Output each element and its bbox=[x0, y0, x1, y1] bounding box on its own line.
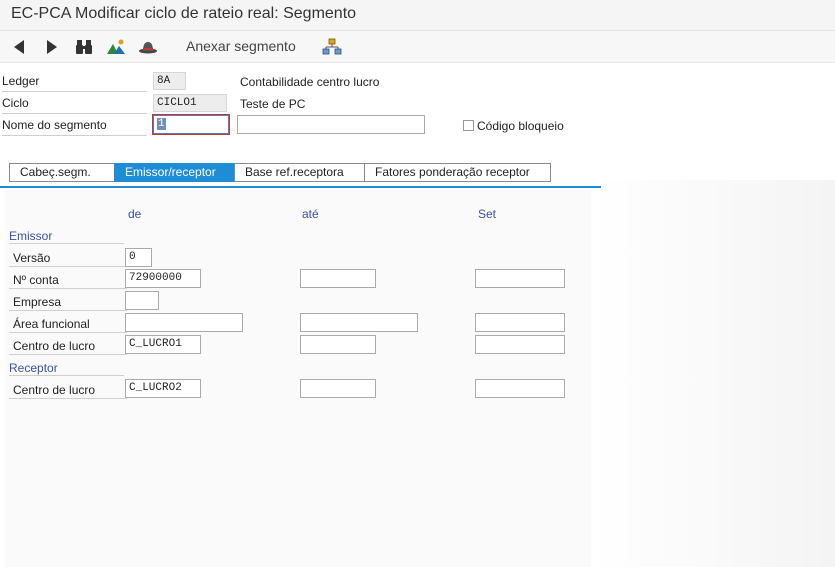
receiver-profit-center-from-input[interactable]: C_LUCRO2 bbox=[125, 379, 201, 398]
sender-profit-center-to-input[interactable] bbox=[300, 335, 376, 354]
segment-name-value: 1 bbox=[157, 118, 166, 130]
sender-section-divider bbox=[9, 243, 124, 244]
account-set-input[interactable] bbox=[475, 269, 565, 288]
company-from-input[interactable] bbox=[125, 291, 159, 310]
tab-segment-header[interactable]: Cabeç.segm. bbox=[9, 163, 115, 182]
receiver-profit-center-label: Centro de lucro bbox=[9, 383, 127, 399]
account-from-input[interactable]: 72900000 bbox=[125, 269, 201, 288]
receiver-section-title: Receptor bbox=[9, 361, 58, 375]
functional-area-set-input[interactable] bbox=[475, 313, 565, 332]
hierarchy-icon[interactable] bbox=[322, 37, 342, 57]
tab-receiver-weighting-factors[interactable]: Fatores ponderação receptor bbox=[364, 163, 551, 182]
sender-profit-center-from-input[interactable]: C_LUCRO1 bbox=[125, 335, 201, 354]
account-label: Nº conta bbox=[9, 273, 127, 289]
tab-sender-receiver[interactable]: Emissor/receptor bbox=[114, 163, 235, 182]
binoculars-icon[interactable] bbox=[74, 37, 94, 57]
forward-icon[interactable] bbox=[42, 37, 62, 57]
attach-segment-button[interactable]: Anexar segmento bbox=[186, 38, 296, 54]
cycle-label: Ciclo bbox=[2, 96, 147, 114]
background-gradient bbox=[590, 180, 835, 567]
sender-section-title: Emissor bbox=[9, 229, 53, 243]
hat-icon[interactable] bbox=[138, 37, 158, 57]
functional-area-to-input[interactable] bbox=[300, 313, 418, 332]
sender-profit-center-set-input[interactable] bbox=[475, 335, 565, 354]
receiver-profit-center-set-input[interactable] bbox=[475, 379, 565, 398]
account-to-input[interactable] bbox=[300, 269, 376, 288]
ledger-field: 8A bbox=[153, 72, 186, 90]
receiver-section-divider bbox=[9, 375, 124, 376]
segment-name-input[interactable]: 1 bbox=[152, 114, 230, 135]
functional-area-from-input[interactable] bbox=[125, 313, 243, 332]
cycle-description: Teste de PC bbox=[240, 97, 306, 111]
company-label: Empresa bbox=[9, 295, 127, 311]
tab-strip: Cabeç.segm. Emissor/receptor Base ref.re… bbox=[9, 163, 551, 182]
ledger-label: Ledger bbox=[2, 74, 147, 92]
block-code-checkbox[interactable] bbox=[463, 120, 474, 131]
functional-area-label: Área funcional bbox=[9, 317, 127, 333]
column-set-header: Set bbox=[478, 207, 497, 221]
cycle-field: CICLO1 bbox=[153, 94, 227, 112]
window-title: EC-PCA Modificar ciclo de rateio real: S… bbox=[11, 5, 357, 22]
receiver-profit-center-to-input[interactable] bbox=[300, 379, 376, 398]
column-to-header: até bbox=[302, 207, 319, 221]
segment-description-input[interactable] bbox=[237, 115, 425, 134]
tab-underline bbox=[0, 186, 601, 188]
block-code-label: Código bloqueio bbox=[477, 119, 564, 133]
segment-name-label: Nome do segmento bbox=[2, 118, 147, 136]
column-from-header: de bbox=[128, 207, 142, 221]
back-icon[interactable] bbox=[9, 37, 29, 57]
mountain-icon[interactable] bbox=[106, 37, 126, 57]
version-input[interactable]: 0 bbox=[125, 248, 152, 267]
ledger-description: Contabilidade centro lucro bbox=[240, 75, 380, 89]
version-label: Versão bbox=[9, 251, 127, 267]
sender-profit-center-label: Centro de lucro bbox=[9, 339, 127, 355]
tab-receiver-tracing-factor[interactable]: Base ref.receptora bbox=[234, 163, 365, 182]
